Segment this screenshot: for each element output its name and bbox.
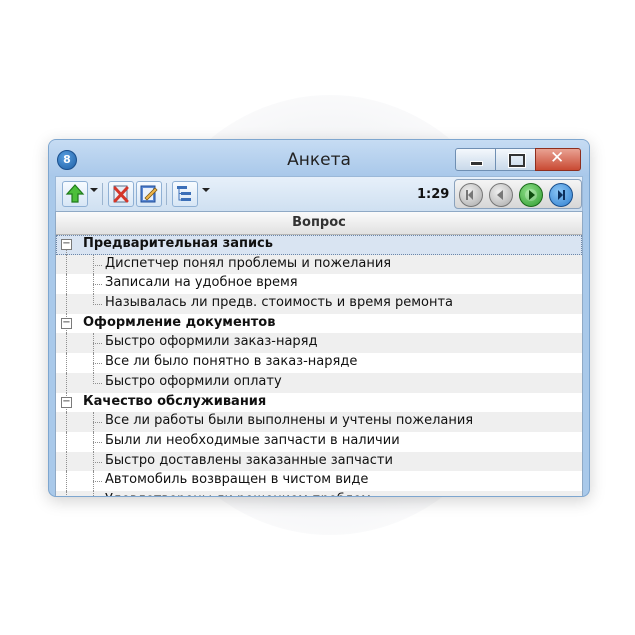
tree-item-row[interactable]: Были ли необходимые запчасти в наличии: [56, 431, 582, 452]
minimize-button[interactable]: [455, 148, 497, 171]
tree-line: [93, 304, 102, 306]
next-button[interactable]: [519, 183, 543, 207]
tree-line: [66, 294, 67, 314]
delete-icon: [113, 185, 129, 203]
question-label: Были ли необходимые запчасти в наличии: [105, 432, 400, 448]
edit-icon: [140, 185, 158, 203]
navigation-controls: [454, 179, 582, 209]
arrow-up-icon: [65, 184, 85, 203]
tree-line: [93, 441, 102, 443]
tree-item-row[interactable]: Быстро оформили оплату: [56, 372, 582, 393]
previous-button[interactable]: [489, 183, 513, 207]
play-back-icon: [497, 190, 503, 200]
group-label: Предварительная запись: [83, 236, 273, 251]
question-label: Все ли было понятно в заказ-наряде: [105, 354, 358, 370]
tree-item-row[interactable]: Удовлетворены ли решением проблем: [56, 490, 582, 496]
play-icon: [525, 189, 537, 201]
group-label: Оформление документов: [83, 314, 276, 330]
collapse-icon[interactable]: −: [61, 396, 72, 408]
question-label: Диспетчер понял проблемы и пожелания: [105, 255, 392, 271]
close-icon: ✕: [550, 148, 565, 168]
question-tree: − Предварительная запись Диспетчер понял п…: [56, 235, 582, 496]
skip-back-icon: [466, 190, 473, 200]
maximize-icon: [509, 154, 525, 167]
tree-line: [93, 461, 102, 463]
chevron-down-icon[interactable]: [90, 188, 98, 192]
question-label: Быстро доставлены заказанные запчасти: [105, 452, 393, 468]
chevron-down-icon[interactable]: [202, 188, 210, 192]
tree-line: [93, 422, 102, 424]
question-label: Быстро оформили заказ-наряд: [105, 334, 318, 350]
tree-view-button[interactable]: [172, 181, 198, 207]
tree-line: [66, 451, 67, 472]
close-button[interactable]: ✕: [535, 148, 581, 171]
skip-forward-icon: [558, 190, 565, 200]
question-label: Быстро оформили оплату: [105, 373, 282, 389]
maximize-button[interactable]: [495, 148, 537, 171]
tree-group-row[interactable]: − Качество обслуживания: [56, 392, 582, 413]
tree-group-row[interactable]: − Оформление документов: [56, 313, 582, 334]
tree-item-row[interactable]: Автомобиль возвращен в чистом виде: [56, 471, 582, 491]
minimize-icon: [470, 161, 483, 166]
tree-item-row[interactable]: Быстро доставлены заказанные запчасти: [56, 451, 582, 472]
toolbar-separator: [102, 183, 103, 205]
tree-item-row[interactable]: Диспетчер понял проблемы и пожелания: [56, 254, 582, 275]
question-label: Удовлетворены ли решением проблем: [105, 492, 371, 496]
tree-line: [66, 372, 67, 393]
tree-line: [93, 284, 102, 286]
tree-line: [93, 382, 102, 384]
move-up-button[interactable]: [62, 181, 88, 207]
tree-group-row[interactable]: − Предварительная запись: [56, 235, 582, 255]
first-button[interactable]: [459, 183, 483, 207]
delete-button[interactable]: [108, 181, 134, 207]
tree-line: [66, 471, 67, 491]
tree-line: [66, 333, 67, 354]
tree-line: [66, 254, 67, 275]
tree-icon: [177, 186, 191, 201]
tree-line: [93, 363, 102, 365]
question-label: Записали на удобное время: [105, 275, 298, 291]
question-table: Вопрос − Предварительная запись Диспетчер …: [55, 211, 583, 496]
question-label: Автомобиль возвращен в чистом виде: [105, 472, 369, 488]
question-label: Все ли работы были выполнены и учтены по…: [105, 413, 474, 429]
last-button[interactable]: [549, 183, 573, 207]
tree-line: [93, 481, 102, 483]
tree-item-row[interactable]: Быстро оформили заказ-наряд: [56, 333, 582, 354]
questionnaire-window: 8 Анкета ✕ 1:29 Вопрос − Предварительная…: [48, 139, 590, 497]
tree-line: [66, 412, 67, 432]
tree-line: [66, 490, 67, 496]
title-bar[interactable]: 8 Анкета ✕: [49, 140, 589, 176]
collapse-icon[interactable]: −: [61, 317, 72, 329]
toolbar-separator: [166, 183, 167, 205]
toolbar: 1:29: [55, 176, 583, 211]
timer-display: 1:29: [417, 187, 450, 202]
edit-button[interactable]: [136, 181, 162, 207]
tree-item-row[interactable]: Все ли работы были выполнены и учтены по…: [56, 412, 582, 432]
group-label: Качество обслуживания: [83, 393, 267, 409]
tree-line: [93, 343, 102, 345]
tree-line: [93, 490, 94, 496]
tree-line: [93, 264, 102, 266]
tree-line: [66, 274, 67, 295]
question-label: Называлась ли предв. стоимость и время р…: [105, 295, 454, 311]
tree-item-row[interactable]: Называлась ли предв. стоимость и время р…: [56, 294, 582, 314]
column-header-question[interactable]: Вопрос: [56, 212, 582, 235]
tree-item-row[interactable]: Записали на удобное время: [56, 274, 582, 295]
collapse-icon[interactable]: −: [61, 239, 72, 250]
tree-line: [66, 353, 67, 373]
tree-item-row[interactable]: Все ли было понятно в заказ-наряде: [56, 353, 582, 373]
tree-line: [66, 431, 67, 452]
